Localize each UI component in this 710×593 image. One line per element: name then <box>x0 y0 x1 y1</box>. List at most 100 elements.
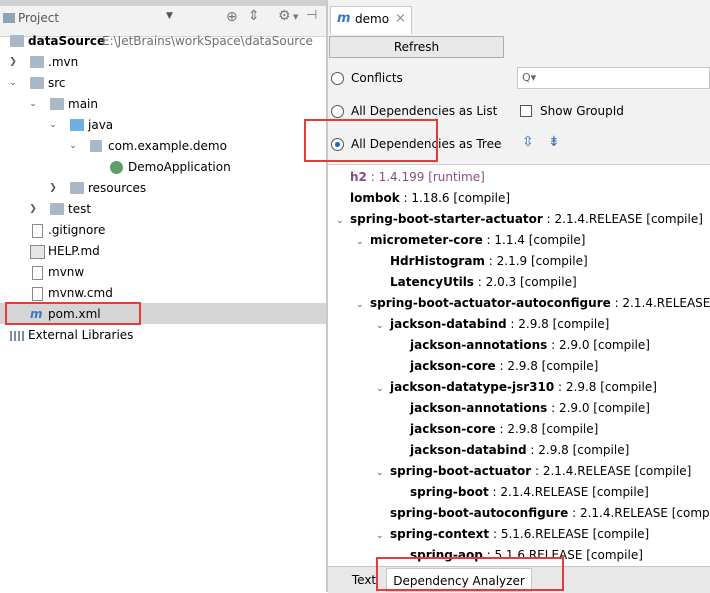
dependency-row[interactable]: lombok : 1.18.6 [compile] <box>336 188 510 209</box>
folder-icon <box>30 77 44 89</box>
gear-icon[interactable]: ⚙ <box>278 8 291 24</box>
tree-item-label: src <box>48 76 66 90</box>
tree-item-gitignore[interactable]: .gitignore <box>0 220 326 241</box>
expand-arrow-icon[interactable]: ❯ <box>28 199 38 220</box>
dependency-row[interactable]: ⌄ jackson-databind : 2.9.8 [compile] <box>376 314 609 335</box>
project-panel-title[interactable]: Project <box>18 11 59 25</box>
dependency-version: : 2.9.0 [compile] <box>547 338 650 352</box>
locate-icon[interactable]: ⊕ <box>226 9 238 25</box>
tab-label: demo <box>355 12 390 26</box>
tree-item-main[interactable]: ⌄ main <box>0 94 326 115</box>
dependency-row[interactable]: jackson-annotations : 2.9.0 [compile] <box>396 335 650 356</box>
dependency-version: : 2.9.8 [compile] <box>495 359 599 373</box>
dependency-row[interactable]: LatencyUtils : 2.0.3 [compile] <box>376 272 577 293</box>
dependency-name: jackson-annotations <box>410 401 548 415</box>
dependency-name: spring-boot-actuator-autoconfigure <box>370 296 611 310</box>
dependency-name: jackson-databind <box>410 443 527 457</box>
dependency-name: jackson-core <box>410 359 496 373</box>
tree-item-mvnw-cmd[interactable]: mvnw.cmd <box>0 283 326 304</box>
dependency-version: : 2.1.4.RELEASE [compile] <box>488 485 649 499</box>
highlight-box-pom <box>5 302 141 325</box>
collapse-arrow-icon[interactable]: ⌄ <box>336 211 350 232</box>
collapse-arrow-icon[interactable]: ⌄ <box>356 295 370 316</box>
tree-item-mvn[interactable]: ❯ .mvn <box>0 52 326 73</box>
dependency-name: LatencyUtils <box>390 275 474 289</box>
search-icon[interactable]: Q▾ <box>522 71 536 84</box>
dependency-name: jackson-datatype-jsr310 <box>390 380 555 394</box>
package-icon <box>90 140 102 152</box>
collapse-arrow-icon[interactable]: ⌄ <box>376 379 390 400</box>
collapse-arrow-icon[interactable]: ⌄ <box>8 73 18 94</box>
maven-tab-icon: m <box>337 11 351 26</box>
search-input[interactable]: Q▾ <box>517 67 710 89</box>
collapse-arrow-icon[interactable]: ⌄ <box>376 526 390 547</box>
tree-item-datasource[interactable]: dataSource E:\JetBrains\workSpace\dataSo… <box>0 31 326 52</box>
tree-item-package[interactable]: ⌄ com.example.demo <box>0 136 326 157</box>
expand-arrow-icon[interactable]: ❯ <box>48 178 58 199</box>
dependency-row[interactable]: HdrHistogram : 2.1.9 [compile] <box>376 251 588 272</box>
tree-item-resources[interactable]: ❯ resources <box>0 178 326 199</box>
dependency-version: : 2.1.4.RELEASE [cor <box>614 296 710 310</box>
collapse-all-tree-icon[interactable]: ⇟ <box>548 134 560 150</box>
collapse-arrow-icon[interactable]: ⌄ <box>376 316 390 337</box>
folder-icon <box>30 56 44 68</box>
collapse-arrow-icon[interactable]: ⌄ <box>68 136 78 157</box>
file-icon <box>32 287 43 301</box>
project-view-icon[interactable] <box>3 13 15 23</box>
dependency-row[interactable]: h2 : 1.4.199 [runtime] <box>336 167 485 188</box>
as-list-radio[interactable] <box>331 105 344 118</box>
dependency-row[interactable]: jackson-core : 2.9.8 [compile] <box>396 356 598 377</box>
dependency-row[interactable]: jackson-databind : 2.9.8 [compile] <box>396 440 629 461</box>
dependency-row[interactable]: ⌄ spring-boot-actuator-autoconfigure : 2.… <box>356 293 710 314</box>
tree-item-label: mvnw <box>48 265 85 279</box>
tree-item-demoapplication[interactable]: DemoApplication <box>0 157 326 178</box>
expand-arrow-icon[interactable]: ❯ <box>8 52 18 73</box>
show-groupid-checkbox[interactable] <box>520 105 532 117</box>
expand-all-icon[interactable]: ⇳ <box>522 134 534 150</box>
collapse-arrow-icon[interactable]: ⌄ <box>48 115 58 136</box>
gear-dropdown-icon[interactable]: ▼ <box>293 13 298 21</box>
dependency-name: lombok <box>350 191 400 205</box>
spring-class-icon <box>110 161 123 174</box>
tree-item-test[interactable]: ❯ test <box>0 199 326 220</box>
dependency-row[interactable]: spring-boot-autoconfigure : 2.1.4.RELEAS… <box>376 503 710 524</box>
dependency-row[interactable]: ⌄ jackson-datatype-jsr310 : 2.9.8 [compil… <box>376 377 657 398</box>
editor-tab-demo[interactable]: m demo × <box>330 6 412 35</box>
dependency-name: spring-boot-autoconfigure <box>390 506 569 520</box>
collapse-arrow-icon[interactable]: ⌄ <box>376 463 390 484</box>
dependency-row[interactable]: ⌄ spring-boot-actuator : 2.1.4.RELEASE [c… <box>376 461 691 482</box>
highlight-box-analyzer <box>376 557 564 591</box>
dependency-name: h2 <box>350 170 367 184</box>
collapse-arrow-icon[interactable]: ⌄ <box>28 94 38 115</box>
dependency-row[interactable]: ⌄ micrometer-core : 1.1.4 [compile] <box>356 230 585 251</box>
refresh-button[interactable]: Refresh <box>329 36 504 58</box>
collapse-arrow-icon[interactable]: ⌄ <box>356 232 370 253</box>
conflicts-radio[interactable] <box>331 72 344 85</box>
tree-item-label: mvnw.cmd <box>48 286 113 300</box>
tree-item-src[interactable]: ⌄ src <box>0 73 326 94</box>
dependency-name: micrometer-core <box>370 233 483 247</box>
dependency-row[interactable]: jackson-core : 2.9.8 [compile] <box>396 419 598 440</box>
file-icon <box>32 224 43 238</box>
tree-item-mvnw[interactable]: mvnw <box>0 262 326 283</box>
tree-item-label: External Libraries <box>28 328 134 342</box>
dependency-name: spring-boot-starter-actuator <box>350 212 543 226</box>
dependency-row[interactable]: ⌄ spring-context : 5.1.6.RELEASE [compile… <box>376 524 649 545</box>
hide-panel-icon[interactable]: ⊣ <box>306 8 317 23</box>
dependency-name: jackson-annotations <box>410 338 548 352</box>
tree-item-external-libraries[interactable]: External Libraries <box>0 325 326 346</box>
tree-item-help-md[interactable]: HELP.md <box>0 241 326 262</box>
dependency-row[interactable]: spring-boot : 2.1.4.RELEASE [compile] <box>396 482 649 503</box>
dependency-row[interactable]: jackson-annotations : 2.9.0 [compile] <box>396 398 650 419</box>
dependency-version: : 1.1.4 [compile] <box>482 233 586 247</box>
collapse-all-icon[interactable]: ⇕ <box>248 8 260 24</box>
dependency-version: : 2.1.4.RELEASE [compile] <box>531 464 692 478</box>
dependency-version: : 2.1.4.RELEASE [compile] <box>542 212 703 226</box>
dependency-row[interactable]: ⌄ spring-boot-starter-actuator : 2.1.4.RE… <box>336 209 703 230</box>
dependency-name: spring-boot <box>410 485 489 499</box>
tree-item-label: test <box>68 202 92 216</box>
project-view-dropdown-icon[interactable]: ▼ <box>166 11 173 21</box>
close-icon[interactable]: × <box>395 11 406 26</box>
tree-item-java[interactable]: ⌄ java <box>0 115 326 136</box>
tree-item-label: java <box>88 118 114 132</box>
